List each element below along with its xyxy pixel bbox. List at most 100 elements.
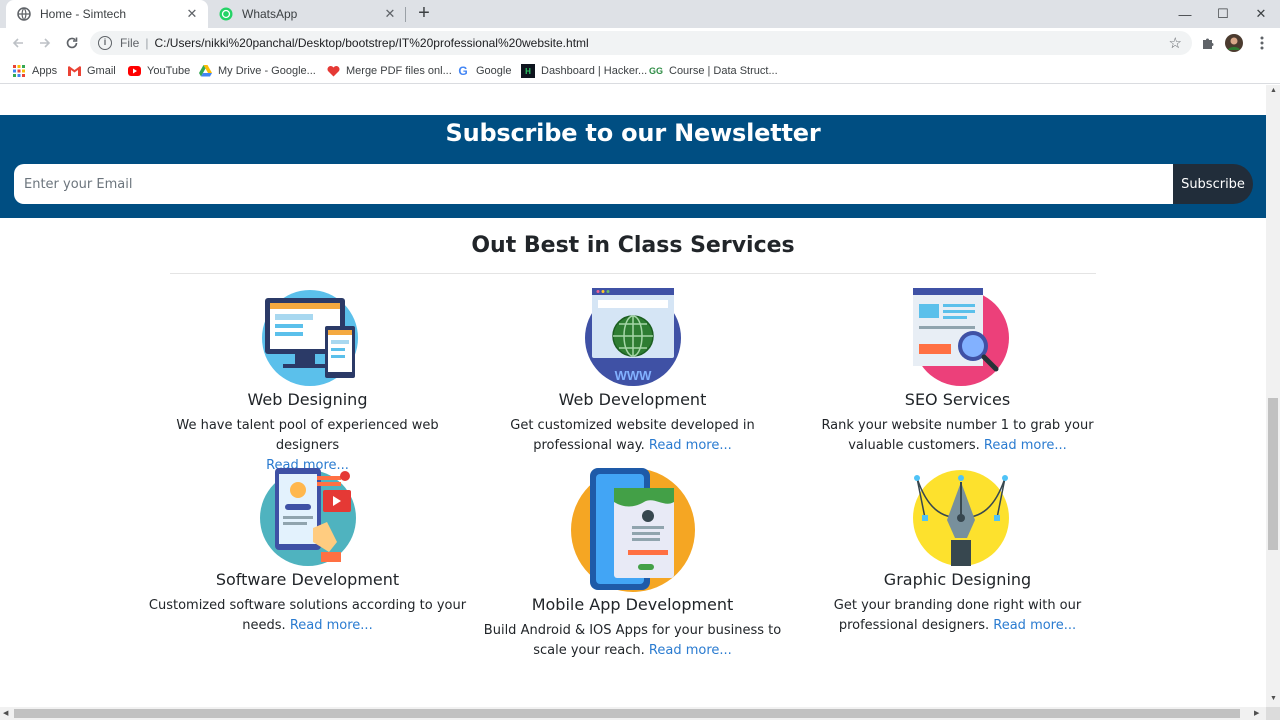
address-url[interactable]: C:/Users/nikki%20panchal/Desktop/bootstr… — [154, 36, 588, 50]
new-tab-button[interactable]: + — [414, 3, 434, 24]
service-name: SEO Services — [904, 390, 1011, 409]
close-tab-icon[interactable]: ✕ — [382, 6, 398, 22]
service-desc-text: We have talent pool of experienced web d… — [176, 418, 439, 453]
tab-separator — [405, 7, 406, 22]
maximize-button[interactable]: ☐ — [1204, 0, 1242, 28]
heart-icon — [326, 64, 340, 78]
service-card-graphic-designing: Graphic Designing Get your branding done… — [795, 468, 1120, 636]
scrollbar-corner — [1266, 707, 1280, 720]
back-arrow-icon[interactable] — [8, 33, 28, 53]
service-description: We have talent pool of experienced web d… — [145, 416, 470, 476]
newsletter-section: Subscribe to our Newsletter Subscribe — [0, 115, 1266, 218]
hackerrank-icon: H — [521, 64, 535, 78]
bookmark-label: Google — [476, 65, 512, 77]
newsletter-title: Subscribe to our Newsletter — [445, 119, 821, 147]
page-viewport: Subscribe to our Newsletter Subscribe Ou… — [0, 85, 1266, 707]
web-development-icon: WWW — [578, 288, 688, 388]
service-card-software-development: Software Development Customized software… — [145, 468, 470, 636]
address-scheme: File — [120, 36, 140, 50]
pen-tool-icon — [903, 468, 1013, 568]
google-icon: G — [458, 64, 468, 78]
service-card-web-designing: Web Designing We have talent pool of exp… — [145, 288, 470, 476]
info-icon[interactable]: i — [98, 36, 112, 50]
vertical-scroll-thumb[interactable] — [1268, 398, 1278, 550]
minimize-button[interactable]: — — [1166, 0, 1204, 28]
bookmark-star-icon[interactable]: ☆ — [1169, 34, 1182, 52]
service-name: Web Development — [558, 390, 707, 409]
section-divider — [170, 273, 1096, 274]
profile-avatar[interactable] — [1225, 34, 1243, 52]
horizontal-scroll-thumb[interactable] — [14, 709, 1240, 718]
bookmark-my-drive[interactable]: My Drive - Google... — [198, 63, 316, 79]
services-title: Out Best in Class Services — [471, 233, 795, 258]
bookmark-google[interactable]: G Google — [456, 63, 511, 79]
seo-icon — [903, 288, 1013, 388]
close-tab-icon[interactable]: ✕ — [184, 6, 200, 22]
bookmark-label: Apps — [32, 65, 58, 77]
service-name: Graphic Designing — [883, 570, 1032, 589]
bookmark-label: YouTube — [147, 65, 191, 77]
tab-title: WhatsApp — [242, 7, 298, 21]
service-description: Customized software solutions according … — [145, 596, 470, 636]
scroll-down-arrow-icon[interactable]: ▼ — [1270, 695, 1277, 702]
bookmark-label: Gmail — [87, 65, 116, 77]
gmail-icon — [67, 64, 81, 78]
subscribe-button[interactable]: Subscribe — [1173, 164, 1253, 204]
service-description: Get your branding done right with our pr… — [795, 596, 1120, 636]
service-description: Build Android & IOS Apps for your busine… — [470, 621, 795, 661]
service-description: Get customized website developed in prof… — [470, 416, 795, 456]
bookmark-label: Course | Data Struct... — [669, 65, 778, 77]
bookmark-apps[interactable]: Apps — [12, 63, 57, 79]
horizontal-scrollbar[interactable]: ◀ ▶ — [0, 707, 1266, 720]
bookmark-gfg-course[interactable]: GG Course | Data Struct... — [649, 63, 778, 79]
read-more-link[interactable]: Read more... — [993, 618, 1076, 633]
tab-strip: Home - Simtech ✕ WhatsApp ✕ + — ☐ ✕ — [0, 0, 1280, 28]
tab-title: Home - Simtech — [40, 7, 127, 21]
vertical-scrollbar[interactable]: ▲ ▼ — [1266, 85, 1280, 707]
whatsapp-icon — [218, 6, 234, 22]
forward-arrow-icon[interactable] — [35, 33, 55, 53]
bookmark-gmail[interactable]: Gmail — [67, 63, 116, 79]
drive-icon — [198, 64, 212, 78]
gfg-icon: GG — [649, 66, 664, 76]
bookmark-hackerrank[interactable]: H Dashboard | Hacker... — [521, 63, 647, 79]
bookmark-merge-pdf[interactable]: Merge PDF files onl... — [326, 63, 452, 79]
browser-toolbar: i File | C:/Users/nikki%20panchal/Deskto… — [0, 28, 1280, 58]
browser-menu-icon[interactable] — [1253, 34, 1271, 52]
apps-grid-icon — [12, 64, 26, 78]
read-more-link[interactable]: Read more... — [984, 438, 1067, 453]
service-desc-text: Build Android & IOS Apps for your busine… — [483, 623, 782, 658]
mobile-app-icon — [568, 468, 698, 593]
scroll-left-arrow-icon[interactable]: ◀ — [3, 709, 8, 717]
scroll-up-arrow-icon[interactable]: ▲ — [1270, 87, 1277, 94]
service-name: Software Development — [215, 570, 400, 589]
bookmarks-bar: Apps Gmail YouTube My Drive - Google... … — [0, 58, 1280, 84]
reload-icon[interactable] — [62, 33, 82, 53]
youtube-icon — [127, 64, 141, 78]
service-card-web-development: WWW Web Development Get customized websi… — [470, 288, 795, 456]
service-name: Web Designing — [247, 390, 368, 409]
service-description: Rank your website number 1 to grab your … — [795, 416, 1120, 456]
read-more-link[interactable]: Read more... — [649, 438, 732, 453]
tab-home-simtech[interactable]: Home - Simtech ✕ — [6, 0, 208, 28]
read-more-link[interactable]: Read more... — [290, 618, 373, 633]
extensions-puzzle-icon[interactable] — [1199, 34, 1217, 52]
software-development-icon — [253, 468, 363, 568]
bookmark-youtube[interactable]: YouTube — [127, 63, 190, 79]
web-design-icon — [253, 288, 363, 388]
svg-text:WWW: WWW — [614, 368, 652, 383]
address-divider: | — [145, 36, 149, 50]
close-window-button[interactable]: ✕ — [1242, 0, 1280, 28]
email-input[interactable] — [14, 164, 1174, 204]
read-more-link[interactable]: Read more... — [649, 643, 732, 658]
bookmark-label: Merge PDF files onl... — [346, 65, 452, 77]
bookmark-label: Dashboard | Hacker... — [541, 65, 648, 77]
address-bar[interactable]: i File | C:/Users/nikki%20panchal/Deskto… — [90, 31, 1192, 55]
scroll-right-arrow-icon[interactable]: ▶ — [1254, 709, 1259, 717]
globe-icon — [16, 6, 32, 22]
service-card-seo-services: SEO Services Rank your website number 1 … — [795, 288, 1120, 456]
bookmark-label: My Drive - Google... — [218, 65, 316, 77]
service-card-mobile-app-development: Mobile App Development Build Android & I… — [470, 468, 795, 661]
tab-whatsapp[interactable]: WhatsApp ✕ — [208, 0, 406, 28]
service-name: Mobile App Development — [531, 595, 734, 614]
